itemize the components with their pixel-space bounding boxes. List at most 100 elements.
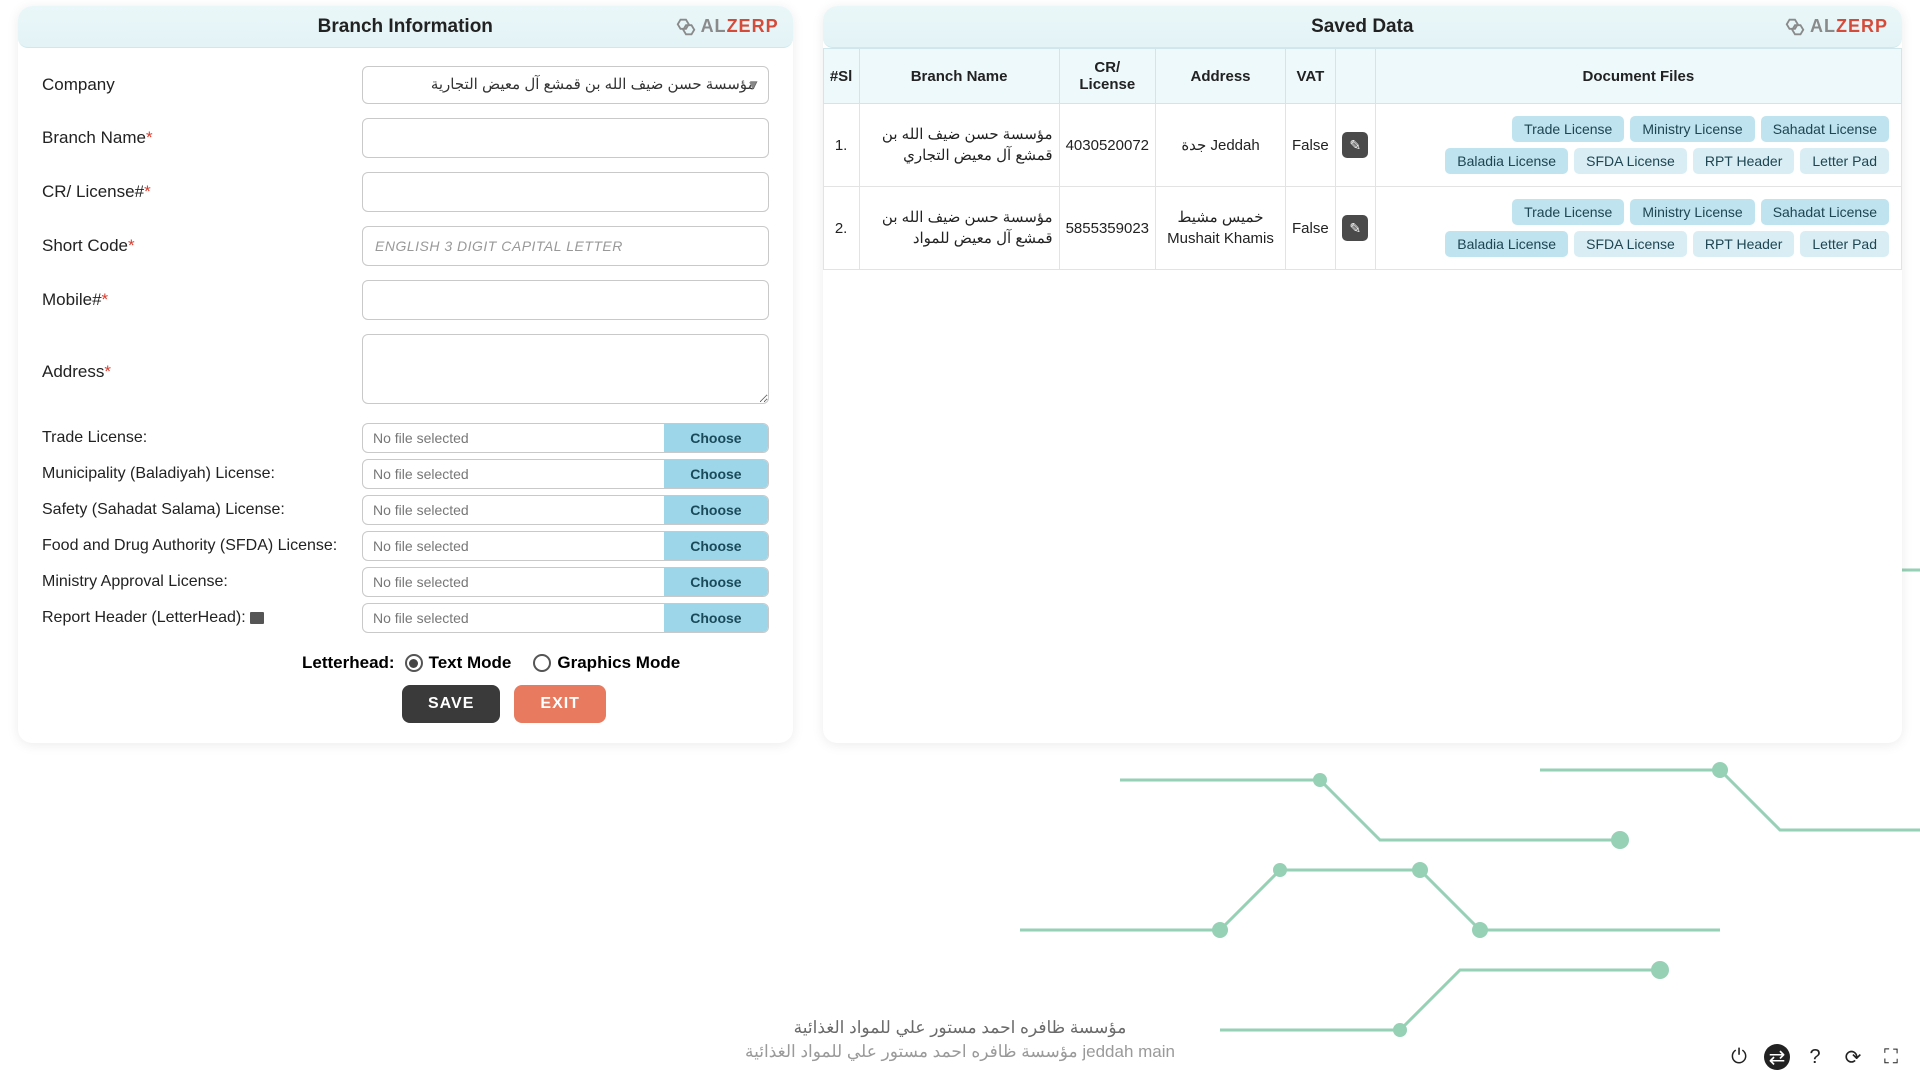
company-select[interactable]: مؤسسة حسن ضيف الله بن قمشع آل معيض التجا… (362, 66, 769, 104)
file-control-5: No file selected Choose (362, 603, 769, 633)
address-label: Address* (42, 362, 362, 382)
file-text: No file selected (363, 568, 664, 596)
table-row: 2. مؤسسة حسن ضيف الله بن قمشع آل معيض لل… (823, 187, 1901, 270)
save-button[interactable]: SAVE (402, 685, 500, 723)
file-label-3: Food and Drug Authority (SFDA) License: (42, 537, 362, 555)
doc-chip[interactable]: Letter Pad (1800, 231, 1889, 257)
sl-cell: 2. (823, 187, 859, 270)
cr-license-label: CR/ License#* (42, 182, 362, 202)
fullscreen-icon[interactable]: ⛶ (1878, 1044, 1904, 1070)
letterhead-radio-1[interactable]: Graphics Mode (533, 653, 680, 673)
doc-chip[interactable]: SFDA License (1574, 148, 1687, 174)
file-label-1: Municipality (Baladiyah) License: (42, 465, 362, 483)
doc-chip[interactable]: Baladia License (1445, 231, 1568, 257)
power-icon[interactable]: ⏻ (1726, 1044, 1752, 1070)
doc-chip[interactable]: Letter Pad (1800, 148, 1889, 174)
docs-cell: Trade LicenseMinistry License Sahadat Lic… (1375, 187, 1901, 270)
table-row: 1. مؤسسة حسن ضيف الله بن قمشع آل معيض ال… (823, 104, 1901, 187)
branch-name-input[interactable] (362, 118, 769, 158)
branch-information-panel: Branch Information ALZERP Company مؤسسة … (18, 6, 793, 743)
short-code-input[interactable] (362, 226, 769, 266)
refresh-icon[interactable]: ⟳ (1840, 1044, 1866, 1070)
file-text: No file selected (363, 532, 664, 560)
choose-button[interactable]: Choose (664, 424, 767, 452)
saved-data-panel: Saved Data ALZERP #SlBranch NameCR/ Lice… (823, 6, 1902, 743)
address-cell: جدة Jeddah (1156, 104, 1286, 187)
table-header-cell: Address (1156, 49, 1286, 104)
choose-button[interactable]: Choose (664, 532, 767, 560)
alzerp-logo: ALZERP (675, 16, 779, 38)
file-label-5: Report Header (LetterHead): (42, 609, 362, 627)
table-header-cell: Branch Name (859, 49, 1059, 104)
choose-button[interactable]: Choose (664, 496, 767, 524)
doc-chip[interactable]: Sahadat License (1761, 116, 1889, 142)
edit-icon[interactable]: ✎ (1342, 215, 1368, 241)
panel-header: Saved Data ALZERP (823, 6, 1902, 48)
file-control-4: No file selected Choose (362, 567, 769, 597)
bottom-action-bar: ⏻ ⇄ ? ⟳ ⛶ (1726, 1044, 1904, 1070)
logo-icon (675, 16, 697, 38)
choose-button[interactable]: Choose (664, 604, 767, 632)
vat-cell: False (1286, 104, 1336, 187)
table-header-cell (1335, 49, 1375, 104)
branch-name-cell: مؤسسة حسن ضيف الله بن قمشع آل معيض للموا… (859, 187, 1059, 270)
doc-chip[interactable]: Trade License (1512, 199, 1624, 225)
docs-cell: Trade LicenseMinistry License Sahadat Lic… (1375, 104, 1901, 187)
radio-icon (533, 654, 551, 672)
vat-cell: False (1286, 187, 1336, 270)
letterhead-radio-0[interactable]: Text Mode (405, 653, 512, 673)
file-control-1: No file selected Choose (362, 459, 769, 489)
file-control-2: No file selected Choose (362, 495, 769, 525)
branch-name-label: Branch Name* (42, 128, 362, 148)
file-control-0: No file selected Choose (362, 423, 769, 453)
file-text: No file selected (363, 604, 664, 632)
company-label: Company (42, 75, 362, 95)
address-input[interactable] (362, 334, 769, 404)
mobile-label: Mobile#* (42, 290, 362, 310)
edit-icon[interactable]: ✎ (1342, 132, 1368, 158)
doc-chip[interactable]: Sahadat License (1761, 199, 1889, 225)
cr-cell: 5855359023 (1059, 187, 1155, 270)
sl-cell: 1. (823, 104, 859, 187)
help-icon[interactable]: ? (1802, 1044, 1828, 1070)
footer-line2: jeddah main مؤسسة ظافره احمد مستور علي ل… (745, 1040, 1175, 1064)
radio-icon (405, 654, 423, 672)
mobile-input[interactable] (362, 280, 769, 320)
doc-chip[interactable]: Ministry License (1630, 116, 1754, 142)
edit-cell: ✎ (1335, 104, 1375, 187)
doc-chip[interactable]: Baladia License (1445, 148, 1568, 174)
doc-chip[interactable]: Ministry License (1630, 199, 1754, 225)
alzerp-logo: ALZERP (1784, 16, 1888, 38)
file-text: No file selected (363, 496, 664, 524)
doc-chip[interactable]: Trade License (1512, 116, 1624, 142)
logo-icon (1784, 16, 1806, 38)
branch-name-cell: مؤسسة حسن ضيف الله بن قمشع آل معيض التجا… (859, 104, 1059, 187)
address-cell: خميس مشيط Mushait Khamis (1156, 187, 1286, 270)
doc-chip[interactable]: RPT Header (1693, 231, 1795, 257)
choose-button[interactable]: Choose (664, 460, 767, 488)
doc-icon (250, 612, 264, 624)
swap-icon[interactable]: ⇄ (1764, 1044, 1790, 1070)
saved-data-table: #SlBranch NameCR/ LicenseAddressVATDocum… (823, 48, 1902, 270)
file-label-2: Safety (Sahadat Salama) License: (42, 501, 362, 519)
exit-button[interactable]: EXIT (514, 685, 606, 723)
file-control-3: No file selected Choose (362, 531, 769, 561)
panel-header: Branch Information ALZERP (18, 6, 793, 48)
letterhead-label: Letterhead: (302, 653, 395, 673)
choose-button[interactable]: Choose (664, 568, 767, 596)
panel-title: Saved Data (1311, 16, 1413, 38)
short-code-label: Short Code* (42, 236, 362, 256)
edit-cell: ✎ (1335, 187, 1375, 270)
table-header-cell: Document Files (1375, 49, 1901, 104)
table-header-cell: #Sl (823, 49, 859, 104)
doc-chip[interactable]: SFDA License (1574, 231, 1687, 257)
table-header-cell: CR/ License (1059, 49, 1155, 104)
panel-title: Branch Information (318, 16, 493, 38)
footer-text: مؤسسة ظافره احمد مستور علي للمواد الغذائ… (745, 1016, 1175, 1064)
cr-cell: 4030520072 (1059, 104, 1155, 187)
file-label-0: Trade License: (42, 429, 362, 447)
file-text: No file selected (363, 460, 664, 488)
footer-line1: مؤسسة ظافره احمد مستور علي للمواد الغذائ… (745, 1016, 1175, 1040)
doc-chip[interactable]: RPT Header (1693, 148, 1795, 174)
cr-license-input[interactable] (362, 172, 769, 212)
